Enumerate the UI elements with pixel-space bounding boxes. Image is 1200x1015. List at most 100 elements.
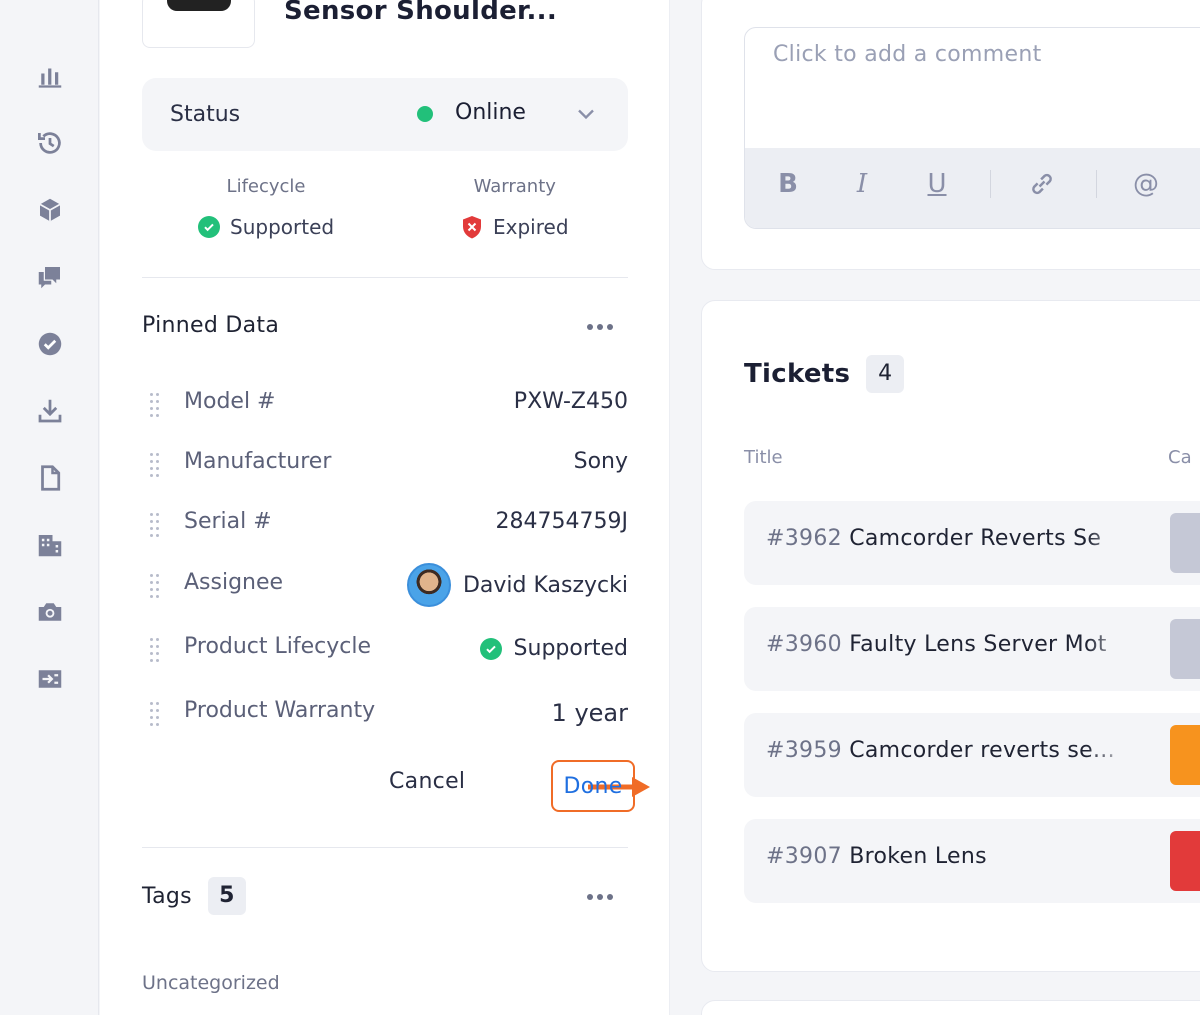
tickets-count-badge: 4 (866, 355, 905, 393)
drag-handle-icon[interactable] (148, 700, 162, 726)
next-card (701, 1000, 1200, 1015)
bold-button[interactable]: B (768, 166, 808, 202)
drag-handle-icon[interactable] (148, 451, 162, 477)
tags-count-badge: 5 (207, 877, 246, 915)
pinned-label: Serial # (184, 509, 272, 534)
ticket-row[interactable]: #3959 Camcorder reverts se... (744, 713, 1200, 797)
device-thumbnail (142, 0, 255, 48)
italic-button[interactable]: I (842, 166, 882, 202)
document-icon[interactable] (34, 462, 66, 494)
ticket-title: Broken Lens (849, 844, 987, 869)
lifecycle-status: Supported (479, 636, 628, 661)
category-chip (1170, 831, 1200, 891)
device-name: Sensor Shoulder... (284, 0, 557, 26)
ticket-number: #3959 (766, 738, 842, 763)
status-value: Online (455, 100, 526, 125)
tags-title: Tags (142, 883, 192, 909)
done-button[interactable]: Done (551, 760, 635, 812)
pinned-value: 1 year (551, 699, 628, 727)
status-dropdown[interactable]: Status Online (142, 78, 628, 151)
pinned-data-title: Pinned Data (142, 313, 280, 338)
ticket-row[interactable]: #3907 Broken Lens (744, 819, 1200, 903)
lifecycle-info: Lifecycle Supported (198, 176, 334, 239)
icon-rail (0, 0, 99, 1015)
status-label: Status (170, 102, 241, 127)
chevron-down-icon[interactable] (572, 100, 600, 128)
ticket-title: Camcorder reverts se... (849, 738, 1115, 763)
check-circle-icon[interactable] (34, 328, 66, 360)
tickets-card: Tickets 4 Title Ca #3962 Camcorder Rever… (701, 300, 1200, 972)
drag-handle-icon[interactable] (148, 572, 162, 598)
warranty-title: Warranty (473, 176, 556, 197)
tickets-header: Tickets 4 (744, 355, 905, 393)
pinned-row-model: Model # PXW-Z450 (142, 389, 628, 429)
chat-icon[interactable] (34, 261, 66, 293)
divider (142, 277, 628, 278)
ticket-number: #3907 (766, 844, 842, 869)
pinned-label: Manufacturer (184, 449, 332, 474)
camera-icon[interactable] (34, 596, 66, 628)
pinned-label: Product Warranty (184, 698, 376, 723)
lifecycle-title: Lifecycle (226, 176, 306, 197)
pinned-label: Model # (184, 389, 276, 414)
toolbar-separator (990, 170, 991, 198)
pinned-label: Product Lifecycle (184, 634, 372, 659)
column-header-title[interactable]: Title (744, 447, 783, 468)
download-icon[interactable] (34, 395, 66, 427)
category-chip (1170, 513, 1200, 573)
ticket-row[interactable]: #3962 Camcorder Reverts Se (744, 501, 1200, 585)
more-options-icon[interactable] (584, 317, 616, 337)
drag-handle-icon[interactable] (148, 636, 162, 662)
ticket-number: #3960 (766, 632, 842, 657)
tags-header: Tags 5 (142, 877, 246, 915)
check-icon (479, 637, 502, 660)
pinned-row-manufacturer: Manufacturer Sony (142, 449, 628, 489)
cancel-button[interactable]: Cancel (389, 769, 465, 794)
history-icon[interactable] (34, 127, 66, 159)
analytics-icon[interactable] (34, 60, 66, 92)
tickets-title: Tickets (744, 359, 851, 389)
ticket-row[interactable]: #3960 Faulty Lens Server Mot (744, 607, 1200, 691)
warranty-info: Warranty Expired (461, 176, 569, 239)
ticket-title: Camcorder Reverts Se (849, 526, 1102, 551)
assignee-name: David Kaszycki (462, 572, 628, 598)
status-indicator (417, 106, 433, 122)
underline-button[interactable]: U (917, 166, 957, 202)
pinned-row-assignee: Assignee David Kaszycki (142, 563, 628, 610)
comment-input[interactable]: Click to add a comment (773, 42, 1042, 67)
check-icon (198, 216, 220, 238)
pinned-value: Supported (513, 636, 628, 661)
pinned-value: Sony (573, 449, 628, 474)
pinned-row-serial: Serial # 284754759J (142, 509, 628, 549)
link-icon[interactable] (1022, 166, 1062, 202)
comment-editor[interactable]: Click to add a comment B I U @ (744, 27, 1200, 229)
pinned-value: PXW-Z450 (513, 389, 628, 414)
formatting-toolbar: B I U @ (745, 148, 1200, 228)
warranty-value: Expired (493, 215, 569, 239)
more-options-icon[interactable] (584, 887, 616, 907)
comment-card: Click to add a comment B I U @ (701, 0, 1200, 270)
shield-x-icon (463, 216, 481, 239)
assignee-value: David Kaszycki (406, 563, 628, 607)
import-icon[interactable] (34, 663, 66, 695)
pinned-label: Assignee (184, 570, 284, 595)
column-header-category[interactable]: Ca (1168, 447, 1192, 468)
category-chip (1170, 725, 1200, 785)
ticket-title: Faulty Lens Server Mot (849, 632, 1107, 657)
toolbar-separator (1096, 170, 1097, 198)
pinned-row-warranty: Product Warranty 1 year (142, 698, 628, 738)
pinned-value: 284754759J (495, 509, 628, 534)
building-icon[interactable] (34, 529, 66, 561)
tag-group-label: Uncategorized (142, 972, 280, 994)
device-detail-panel: Sensor Shoulder... Status Online Lifecyc… (100, 0, 670, 1015)
box-icon[interactable] (34, 194, 66, 226)
lifecycle-value: Supported (230, 215, 335, 239)
category-chip (1170, 619, 1200, 679)
avatar (406, 563, 451, 607)
pinned-row-lifecycle: Product Lifecycle Supported (142, 634, 628, 674)
drag-handle-icon[interactable] (148, 391, 162, 417)
divider (142, 847, 628, 848)
ticket-number: #3962 (766, 526, 842, 551)
drag-handle-icon[interactable] (148, 511, 162, 537)
mention-button[interactable]: @ (1126, 166, 1166, 202)
